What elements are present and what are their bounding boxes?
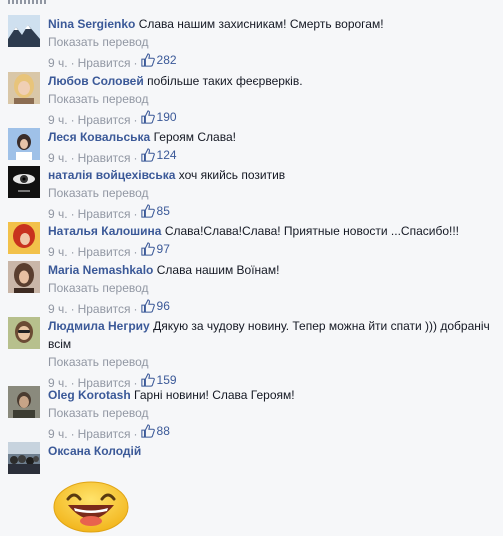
comment-item: Oleg Korotash Гарні новини! Слава Героям… <box>8 386 500 441</box>
like-count-value: 88 <box>156 424 170 438</box>
like-count[interactable]: 85 <box>140 202 170 220</box>
like-count-value: 96 <box>156 299 170 313</box>
comment-item: Nina Sergienko Слава нашим захисникам! С… <box>8 15 500 70</box>
like-button[interactable]: Нравится <box>78 113 131 127</box>
like-count[interactable]: 88 <box>140 422 170 440</box>
timestamp[interactable]: 9 ч. <box>48 207 68 221</box>
thumbs-up-icon <box>140 424 155 438</box>
like-button[interactable]: Нравится <box>78 302 131 316</box>
comment-meta: 9 ч. · Нравится · 282 <box>48 51 177 70</box>
translate-link[interactable]: Показать перевод <box>48 404 492 422</box>
avatar[interactable] <box>8 317 40 349</box>
comment-meta: 9 ч. · Нравится · 88 <box>48 422 170 441</box>
like-button[interactable]: Нравится <box>78 245 131 259</box>
thumbs-up-icon <box>140 53 155 67</box>
comment-text: хоч якийсь позитив <box>178 168 286 182</box>
comment-text: Слава нашим Воїнам! <box>156 263 280 277</box>
comment-meta: 9 ч. · Нравится · 96 <box>48 297 170 316</box>
translate-link[interactable]: Показать перевод <box>48 353 492 371</box>
comment-meta: 9 ч. · Нравится · 97 <box>48 240 170 259</box>
like-button[interactable]: Нравится <box>78 56 131 70</box>
like-count[interactable]: 124 <box>140 146 177 164</box>
top-divider <box>8 0 48 4</box>
timestamp[interactable]: 9 ч. <box>48 113 68 127</box>
comment-author[interactable]: наталія войцехівська <box>48 168 175 182</box>
avatar[interactable] <box>8 166 40 198</box>
like-button[interactable]: Нравится <box>78 151 131 165</box>
comment-author[interactable]: Людмила Негриу <box>48 319 150 333</box>
comment-author[interactable]: Nina Sergienko <box>48 17 135 31</box>
comment-text: Слава!Слава!Слава! Приятные новости ...С… <box>164 224 460 238</box>
like-count-value: 85 <box>156 204 170 218</box>
translate-link[interactable]: Показать перевод <box>48 279 492 297</box>
like-button[interactable]: Нравится <box>78 207 131 221</box>
like-count[interactable]: 97 <box>140 240 170 258</box>
translate-link[interactable]: Показать перевод <box>48 184 492 202</box>
like-count[interactable]: 190 <box>140 108 177 126</box>
translate-link[interactable]: Показать перевод <box>48 90 492 108</box>
thumbs-up-icon <box>140 242 155 256</box>
comment-author[interactable]: Oleg Korotash <box>48 388 131 402</box>
timestamp[interactable]: 9 ч. <box>48 245 68 259</box>
avatar[interactable] <box>8 128 40 160</box>
like-count-value: 124 <box>156 148 177 162</box>
avatar[interactable] <box>8 261 40 293</box>
thumbs-up-icon <box>140 373 155 387</box>
avatar[interactable] <box>8 442 40 474</box>
timestamp[interactable]: 9 ч. <box>48 56 68 70</box>
laughing-smiley-sticker <box>53 481 129 533</box>
comment-author[interactable]: Оксана Колодій <box>48 444 141 458</box>
comment-item: Людмила Негриу Дякую за чудову новину. Т… <box>8 317 500 390</box>
timestamp[interactable]: 9 ч. <box>48 302 68 316</box>
avatar[interactable] <box>8 15 40 47</box>
comment-meta: 9 ч. · Нравится · 85 <box>48 202 170 221</box>
comment-meta: 9 ч. · Нравится · 124 <box>48 146 177 165</box>
thumbs-up-icon <box>140 299 155 313</box>
comment-author[interactable]: Любов Соловей <box>48 74 144 88</box>
like-count[interactable]: 282 <box>140 51 177 69</box>
comment-text: Гарні новини! Слава Героям! <box>134 388 295 402</box>
avatar[interactable] <box>8 72 40 104</box>
like-count-value: 282 <box>156 53 177 67</box>
like-count[interactable]: 96 <box>140 297 170 315</box>
thumbs-up-icon <box>140 204 155 218</box>
timestamp[interactable]: 9 ч. <box>48 427 68 441</box>
comment-author[interactable]: Наталья Калошина <box>48 224 161 238</box>
like-count-value: 97 <box>156 242 170 256</box>
timestamp[interactable]: 9 ч. <box>48 151 68 165</box>
comment-item: Любов Соловей побільше таких феєрверків.… <box>8 72 500 127</box>
avatar[interactable] <box>8 222 40 254</box>
translate-link[interactable]: Показать перевод <box>48 33 492 51</box>
comment-item: наталія войцехівська хоч якийсь позитив … <box>8 166 500 221</box>
comment-text: Слава нашим захисникам! Смерть ворогам! <box>138 17 384 31</box>
avatar[interactable] <box>8 386 40 418</box>
comment-meta: 9 ч. · Нравится · 190 <box>48 108 177 127</box>
thumbs-up-icon <box>140 110 155 124</box>
comment-text: побільше таких феєрверків. <box>147 74 303 88</box>
like-count-value: 190 <box>156 110 177 124</box>
comment-item: Maria Nemashkalo Слава нашим Воїнам! Пок… <box>8 261 500 316</box>
comment-author[interactable]: Леся Ковальська <box>48 130 150 144</box>
comment-text: Героям Слава! <box>153 130 236 144</box>
like-button[interactable]: Нравится <box>78 427 131 441</box>
comment-author[interactable]: Maria Nemashkalo <box>48 263 153 277</box>
thumbs-up-icon <box>140 148 155 162</box>
